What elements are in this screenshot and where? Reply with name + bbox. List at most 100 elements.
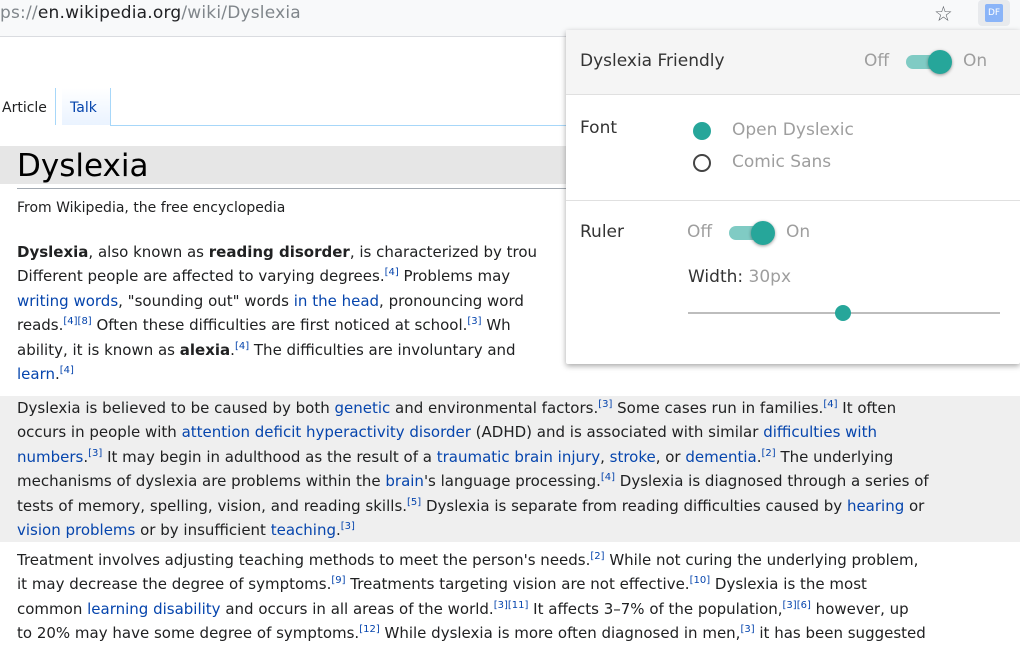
article-link[interactable]: dementia bbox=[685, 448, 756, 466]
text: Dyslexia is diagnosed through a series o… bbox=[615, 472, 929, 491]
text: , pronouncing word bbox=[379, 291, 524, 310]
ruler-off-label: Off bbox=[687, 222, 713, 242]
citation-link[interactable]: [9] bbox=[331, 575, 345, 586]
text: (ADHD) and is associated with similar bbox=[470, 423, 764, 442]
article-link[interactable]: brain bbox=[385, 472, 424, 490]
section-divider bbox=[566, 200, 1020, 201]
tab-talk[interactable]: Talk bbox=[62, 88, 111, 125]
article-link[interactable]: stroke bbox=[610, 448, 656, 466]
slider-thumb[interactable] bbox=[835, 305, 851, 321]
citation-link[interactable]: [2] bbox=[590, 551, 604, 562]
text: It often bbox=[837, 399, 897, 417]
article-link[interactable]: numbers bbox=[17, 448, 83, 466]
width-value: 30px bbox=[748, 267, 792, 287]
citation-link[interactable]: [4] bbox=[60, 365, 74, 376]
text: Treatments targeting vision are not effe… bbox=[345, 575, 690, 594]
paragraph-treatment: Treatment involves adjusting teaching me… bbox=[17, 548, 1020, 646]
ruler-label: Ruler bbox=[580, 222, 624, 242]
citation-link[interactable]: [12] bbox=[359, 624, 380, 635]
popup-title: Dyslexia Friendly bbox=[580, 51, 725, 71]
article-link[interactable]: hearing bbox=[847, 497, 904, 515]
dyslexia-friendly-toggle[interactable] bbox=[906, 49, 956, 75]
text: It affects 3–7% of the population, bbox=[528, 599, 783, 618]
text: , or bbox=[655, 447, 686, 466]
citation-link[interactable]: [2] bbox=[762, 448, 776, 459]
article-link[interactable]: genetic bbox=[334, 399, 390, 417]
article-link[interactable]: vision problems bbox=[17, 521, 135, 539]
extension-popup: Dyslexia Friendly Off On Font Open Dysle… bbox=[566, 30, 1020, 364]
text: Dyslexia is separate from reading diffic… bbox=[421, 496, 847, 515]
extension-button[interactable]: DF bbox=[978, 0, 1010, 26]
text: occurs in people with bbox=[17, 423, 182, 442]
citation-link[interactable]: [3] bbox=[740, 624, 754, 635]
citation-link[interactable]: [3] bbox=[598, 399, 612, 410]
article-link[interactable]: teaching bbox=[271, 521, 336, 539]
text: and environmental factors. bbox=[390, 399, 599, 417]
dyslexia-friendly-extension-icon: DF bbox=[985, 4, 1003, 22]
text: to 20% may have some degree of symptoms. bbox=[17, 624, 360, 643]
font-label: Font bbox=[580, 118, 618, 138]
width-caption: Width: bbox=[688, 267, 744, 287]
url-path: /wiki/Dyslexia bbox=[181, 3, 301, 23]
popup-header: Dyslexia Friendly Off On bbox=[566, 30, 1020, 95]
citation-link[interactable]: [3][11] bbox=[494, 600, 529, 611]
toggle-thumb bbox=[928, 50, 952, 74]
ruler-on-label: On bbox=[786, 222, 811, 242]
toggle-thumb bbox=[751, 221, 775, 245]
text: Problems may bbox=[398, 267, 511, 286]
citation-link[interactable]: [4] bbox=[235, 341, 249, 352]
main-toggle-off-label: Off bbox=[864, 51, 890, 71]
text: however, up bbox=[810, 599, 909, 618]
paragraph-causes: Dyslexia is believed to be caused by bot… bbox=[0, 396, 1020, 543]
text: Different people are affected to varying… bbox=[17, 267, 385, 286]
citation-link[interactable]: [3][6] bbox=[783, 600, 811, 611]
text: tests of memory, spelling, vision, and r… bbox=[17, 496, 408, 515]
main-toggle-on-label: On bbox=[963, 51, 988, 71]
citation-link[interactable]: [3] bbox=[88, 448, 102, 459]
tab-article[interactable]: Article bbox=[0, 88, 56, 125]
article-link[interactable]: in the head bbox=[294, 292, 379, 310]
text: mechanisms of dyslexia are problems with… bbox=[17, 472, 386, 491]
citation-link[interactable]: [4] bbox=[823, 399, 837, 410]
radio-open-dyslexic[interactable] bbox=[693, 122, 711, 140]
article-link[interactable]: difficulties with bbox=[763, 423, 877, 441]
text: Treatment involves adjusting teaching me… bbox=[17, 551, 591, 569]
page-title: Dyslexia bbox=[17, 148, 149, 184]
citation-link[interactable]: [4] bbox=[601, 472, 615, 483]
ruler-toggle[interactable] bbox=[729, 220, 779, 246]
font-option-open-dyslexic[interactable]: Open Dyslexic bbox=[732, 120, 854, 140]
text: Dyslexia is believed to be caused by bot… bbox=[17, 399, 335, 417]
article-link[interactable]: writing words bbox=[17, 292, 118, 310]
text: Dyslexia is the most bbox=[710, 575, 867, 594]
bookmark-star-icon[interactable]: ☆ bbox=[934, 2, 953, 26]
article-link[interactable]: learn bbox=[17, 365, 55, 383]
tagline: From Wikipedia, the free encyclopedia bbox=[17, 200, 286, 216]
text: While dyslexia is more often diagnosed i… bbox=[379, 624, 741, 643]
text: While not curing the underlying problem, bbox=[604, 551, 919, 569]
address-bar[interactable]: ps://en.wikipedia.org/wiki/Dyslexia bbox=[0, 3, 301, 23]
bold-term: Dyslexia bbox=[17, 243, 89, 261]
text: and occurs in all areas of the world. bbox=[220, 599, 494, 618]
text: reads. bbox=[17, 316, 64, 335]
text: 's language processing. bbox=[423, 472, 601, 491]
text: it may decrease the degree of symptoms. bbox=[17, 575, 332, 594]
text: It may begin in adulthood as the result … bbox=[102, 447, 437, 466]
citation-link[interactable]: [5] bbox=[407, 497, 421, 508]
url-host: en.wikipedia.org bbox=[37, 3, 182, 23]
citation-link[interactable]: [4][8] bbox=[63, 316, 91, 327]
font-option-comic-sans[interactable]: Comic Sans bbox=[732, 152, 831, 172]
article-link[interactable]: learning disability bbox=[87, 600, 220, 618]
radio-comic-sans[interactable] bbox=[693, 154, 711, 172]
text: The difficulties are involuntary and bbox=[249, 340, 516, 359]
citation-link[interactable]: [4] bbox=[385, 267, 399, 278]
citation-link[interactable]: [3] bbox=[341, 521, 355, 532]
text: ability, it is known as bbox=[17, 340, 180, 359]
bold-term: reading disorder bbox=[208, 243, 350, 261]
url-scheme: ps:// bbox=[0, 3, 38, 23]
article-link[interactable]: attention deficit hyperactivity disorder bbox=[182, 423, 471, 441]
citation-link[interactable]: [10] bbox=[690, 575, 711, 586]
article-link[interactable]: traumatic brain injury bbox=[437, 448, 600, 466]
text: common bbox=[17, 599, 88, 618]
text: Wh bbox=[481, 316, 511, 335]
citation-link[interactable]: [3] bbox=[467, 316, 481, 327]
